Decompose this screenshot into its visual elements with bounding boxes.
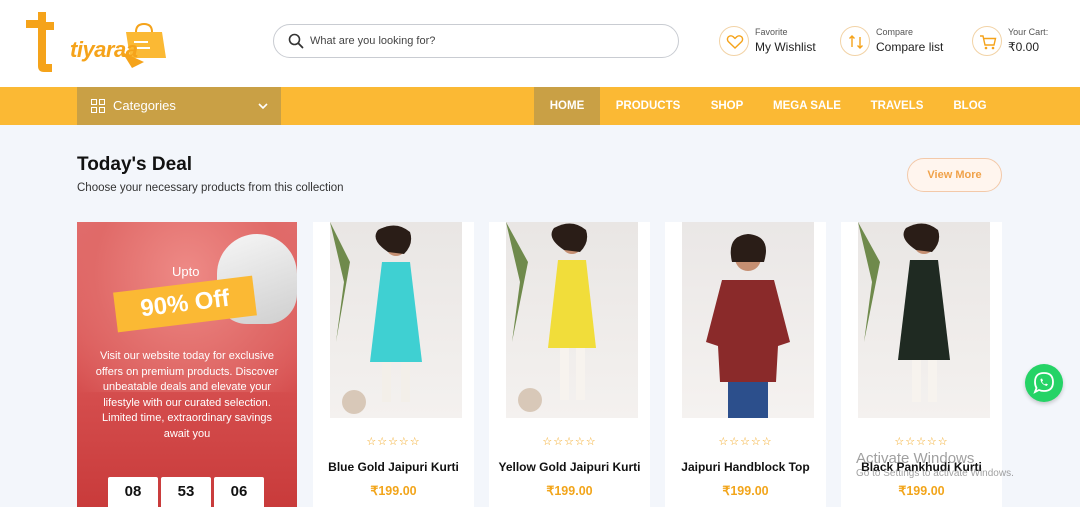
product-price: ₹199.00 [546, 484, 593, 498]
wishlist-label: My Wishlist [755, 40, 816, 54]
rating-stars: ☆☆☆☆☆ [542, 436, 597, 448]
product-image[interactable] [506, 222, 638, 418]
site-header: tiyaraa Favorite My Wishlist Compare Com… [0, 0, 1080, 87]
product-card[interactable]: ☆☆☆☆☆ Blue Gold Jaipuri Kurti ₹199.00 [313, 222, 474, 507]
heart-icon [726, 35, 744, 49]
product-name[interactable]: Blue Gold Jaipuri Kurti [321, 460, 466, 474]
search-input[interactable] [310, 31, 660, 51]
nav-blog[interactable]: BLOG [946, 87, 994, 125]
categories-dropdown[interactable]: Categories [77, 87, 281, 125]
logo-text: tiyaraa [70, 37, 138, 62]
deal-promo-banner[interactable]: Upto 90% Off Visit our website today for… [77, 222, 297, 507]
whatsapp-icon [1033, 372, 1054, 394]
windows-activation-watermark: Activate Windows Go to Settings to activ… [856, 450, 1014, 479]
whatsapp-button[interactable] [1025, 364, 1063, 402]
compare-caption: Compare [876, 27, 914, 37]
grid-icon [91, 99, 105, 113]
product-card[interactable]: ☆☆☆☆☆ Jaipuri Handblock Top ₹199.00 [665, 222, 826, 507]
product-image[interactable] [858, 222, 990, 418]
kurti-figure [858, 222, 950, 402]
activate-subtitle: Go to Settings to activate Windows. [856, 468, 1014, 479]
chevron-down-icon [258, 103, 268, 110]
cart-total: ₹0.00 [1008, 40, 1039, 54]
product-name[interactable]: Jaipuri Handblock Top [673, 460, 818, 474]
product-price: ₹199.00 [722, 484, 769, 498]
rating-stars: ☆☆☆☆☆ [366, 436, 421, 448]
promo-description: Visit our website today for exclusive of… [95, 350, 279, 440]
kurti-figure [330, 222, 422, 414]
top-figure [706, 234, 790, 418]
nav-travels[interactable]: TRAVELS [862, 87, 932, 125]
product-image[interactable] [682, 222, 814, 418]
timer-minutes: 53 [161, 477, 211, 507]
cart-icon [980, 35, 997, 50]
nav-home[interactable]: HOME [534, 87, 600, 125]
nav-shop[interactable]: SHOP [700, 87, 754, 125]
activate-title: Activate Windows [856, 450, 975, 467]
compare-label: Compare list [876, 40, 944, 54]
product-price: ₹199.00 [370, 484, 417, 498]
nav-products[interactable]: PRODUCTS [608, 87, 688, 125]
product-dress [706, 280, 790, 382]
promo-upto: Upto [172, 264, 200, 279]
timer-seconds: 06 [214, 477, 264, 507]
rating-stars: ☆☆☆☆☆ [894, 436, 949, 448]
product-card[interactable]: ☆☆☆☆☆ Yellow Gold Jaipuri Kurti ₹199.00 [489, 222, 650, 507]
rating-stars: ☆☆☆☆☆ [718, 436, 773, 448]
search-icon[interactable] [288, 33, 304, 49]
compare-link[interactable]: Compare Compare list [840, 25, 955, 59]
product-dress [898, 260, 950, 360]
wishlist-link[interactable]: Favorite My Wishlist [719, 25, 829, 59]
product-image[interactable] [330, 222, 462, 418]
cart-caption: Your Cart: [1008, 27, 1049, 37]
kurti-figure [506, 222, 596, 412]
product-dress [370, 262, 422, 362]
site-logo[interactable]: tiyaraa [26, 10, 176, 74]
main-nav: Categories HOME PRODUCTS SHOP MEGA SALE … [0, 87, 1080, 125]
section-subtitle: Choose your necessary products from this… [77, 182, 344, 194]
nav-mega-sale[interactable]: MEGA SALE [766, 87, 848, 125]
timer-hours: 08 [108, 477, 158, 507]
product-price: ₹199.00 [898, 484, 945, 498]
search-bar[interactable] [273, 24, 679, 58]
view-more-button[interactable]: View More [907, 158, 1002, 192]
categories-label: Categories [113, 98, 176, 113]
wishlist-caption: Favorite [755, 27, 788, 37]
cart-link[interactable]: Your Cart: ₹0.00 [972, 25, 1062, 59]
product-dress [548, 260, 596, 348]
section-title: Today's Deal [77, 154, 193, 175]
product-name[interactable]: Yellow Gold Jaipuri Kurti [497, 460, 642, 474]
compare-icon [849, 35, 863, 49]
